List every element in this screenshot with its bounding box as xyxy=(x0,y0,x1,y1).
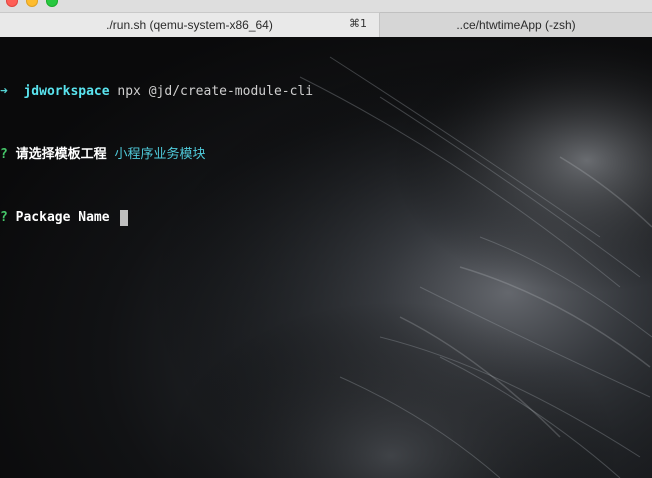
tab-bar: ./run.sh (qemu-system-x86_64) ⌘1 ..ce/ht… xyxy=(0,0,652,37)
tab-run-sh[interactable]: ./run.sh (qemu-system-x86_64) ⌘1 xyxy=(0,12,380,37)
terminal-line-command: ➜ jdworkspace npx @jd/create-module-cli xyxy=(0,81,313,102)
zoom-window-button[interactable] xyxy=(46,0,58,7)
question-marker: ? xyxy=(0,210,8,225)
prompt-directory: jdworkspace xyxy=(23,84,110,99)
answer-text: 小程序业务模块 xyxy=(114,147,206,162)
window-controls xyxy=(6,0,58,7)
question-marker: ? xyxy=(0,147,8,162)
prompt-arrow-icon: ➜ xyxy=(0,84,8,99)
terminal-output[interactable]: ➜ jdworkspace npx @jd/create-module-cli … xyxy=(0,37,652,478)
terminal-lines: ➜ jdworkspace npx @jd/create-module-cli … xyxy=(0,39,313,270)
tab-label: ..ce/htwtimeApp (-zsh) xyxy=(456,18,576,32)
terminal-line-template-question: ? 请选择模板工程 小程序业务模块 xyxy=(0,144,313,165)
minimize-window-button[interactable] xyxy=(26,0,38,7)
text-cursor[interactable] xyxy=(119,209,128,226)
question-text: 请选择模板工程 xyxy=(15,147,107,162)
tab-zsh[interactable]: ..ce/htwtimeApp (-zsh) xyxy=(380,12,652,37)
close-window-button[interactable] xyxy=(6,0,18,7)
tab-shortcut: ⌘1 xyxy=(349,17,367,30)
command-text: npx @jd/create-module-cli xyxy=(117,84,314,99)
tab-label: ./run.sh (qemu-system-x86_64) xyxy=(106,18,273,32)
question-text: Package Name xyxy=(15,210,110,225)
terminal-window: ./run.sh (qemu-system-x86_64) ⌘1 ..ce/ht… xyxy=(0,0,652,478)
terminal-line-package-question: ? Package Name xyxy=(0,207,313,228)
